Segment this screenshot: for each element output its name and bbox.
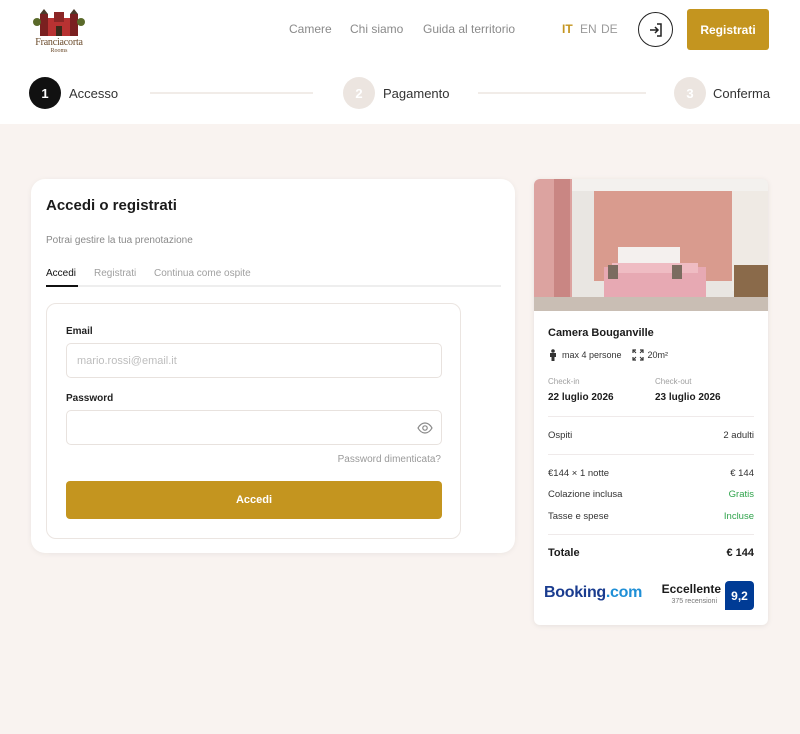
forgot-password-link[interactable]: Password dimenticata? [338, 454, 441, 465]
logo-subtitle: Rooms [50, 48, 68, 54]
nav-item-camere[interactable]: Camere [289, 22, 332, 36]
tab-ospite[interactable]: Continua come ospite [154, 268, 251, 279]
login-submit-button[interactable]: Accedi [66, 481, 442, 519]
logo-text: Franciacorta [35, 37, 83, 48]
password-label: Password [66, 393, 114, 404]
room-capacity: max 4 persone [562, 350, 622, 360]
taxes-label: Tasse e spese [548, 511, 609, 522]
price-line-value: € 144 [730, 468, 754, 479]
tab-accedi[interactable]: Accedi [46, 268, 76, 279]
step-connector-1 [150, 92, 313, 94]
step-1-label: Accesso [69, 86, 119, 101]
guests-value: 2 adulti [723, 430, 754, 441]
nav-item-guida[interactable]: Guida al territorio [423, 22, 515, 36]
email-field[interactable]: mario.rossi@email.it [66, 343, 442, 378]
price-line-label: €144 × 1 notte [548, 468, 610, 479]
step-connector-2 [478, 92, 646, 94]
room-size: 20m² [647, 350, 669, 360]
booking-domain: .com [605, 584, 643, 601]
lang-en[interactable]: EN [580, 22, 597, 36]
breakfast-label: Colazione inclusa [548, 489, 623, 500]
total-value: € 144 [726, 547, 754, 559]
step-2-circle: 2 [343, 77, 375, 109]
room-name: Camera Bouganville [548, 327, 654, 339]
checkin-label: Check-in [548, 377, 580, 386]
email-label: Email [66, 326, 93, 337]
taxes-value: Incluse [723, 511, 754, 522]
room-meta: max 4 persone 20m² [548, 349, 668, 361]
password-field[interactable] [66, 410, 442, 445]
room-photo [534, 179, 768, 311]
login-arrow-icon [649, 22, 662, 37]
reviews-count: 375 recensioni [671, 598, 717, 605]
site-header: Franciacorta Rooms Camere Chi siamo Guid… [0, 0, 800, 124]
checkout-label: Check-out [655, 377, 692, 386]
brand-logo[interactable]: Franciacorta Rooms [28, 8, 90, 56]
total-label: Totale [548, 547, 580, 559]
login-card: Accedi o registrati Potrai gestire la tu… [31, 179, 515, 553]
login-subtitle: Potrai gestire la tua prenotazione [46, 235, 193, 246]
lang-de[interactable]: DE [601, 22, 618, 36]
active-tab-indicator [46, 285, 78, 287]
checkout-date: 23 luglio 2026 [655, 392, 721, 403]
divider [548, 454, 754, 455]
castle-logo-icon [33, 9, 85, 36]
guests-label: Ospiti [548, 430, 573, 441]
expand-size-icon [631, 349, 644, 361]
checkin-date: 22 luglio 2026 [548, 392, 614, 403]
login-form: Email mario.rossi@email.it Password Pass… [46, 303, 461, 539]
booking-summary-card: Camera Bouganville max 4 persone 20m² Ch… [534, 179, 768, 625]
register-button[interactable]: Registrati [687, 9, 769, 50]
step-3-circle: 3 [674, 77, 706, 109]
step-1-circle: 1 [29, 77, 61, 109]
nav-item-chi-siamo[interactable]: Chi siamo [350, 22, 403, 36]
login-title: Accedi o registrati [46, 197, 177, 214]
tabs-divider [46, 285, 501, 287]
person-icon [550, 349, 556, 361]
breakfast-value: Gratis [728, 489, 754, 500]
booking-brand: Booking [544, 584, 606, 601]
login-button[interactable] [638, 12, 673, 47]
divider [548, 534, 754, 535]
divider [548, 416, 754, 417]
tab-registrati[interactable]: Registrati [94, 268, 136, 279]
booking-logo[interactable]: Booking.com [544, 584, 642, 602]
step-2-label: Pagamento [383, 86, 450, 101]
lang-it[interactable]: IT [562, 22, 573, 36]
score-badge: 9,2 [725, 581, 754, 610]
rating-label: Eccellente [661, 582, 721, 596]
step-3-label: Conferma [713, 86, 771, 101]
eye-icon[interactable] [417, 421, 433, 435]
